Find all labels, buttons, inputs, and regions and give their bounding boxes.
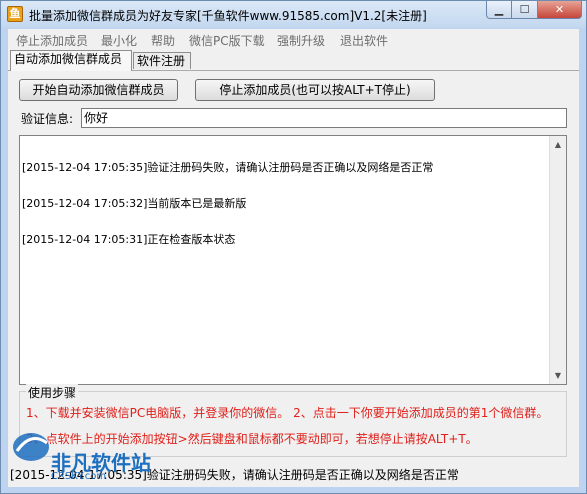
menu-download-pc[interactable]: 微信PC版下载 [189, 32, 265, 49]
title-bar[interactable]: 鱼 批量添加微信群成员为好友专家[千鱼软件www.91585.com]V1.2[… [1, 1, 586, 28]
verify-input[interactable]: 你好 [81, 108, 567, 128]
steps-legend: 使用步骤 [26, 384, 79, 401]
log-line: [2015-12-04 17:05:31]正在检查版本状态 [22, 233, 236, 246]
start-button[interactable]: 开始自动添加微信群成员 [19, 79, 178, 101]
log-textarea[interactable]: [2015-12-04 17:05:35]验证注册码失败，请确认注册码是否正确以… [19, 135, 567, 385]
menu-stop-adding[interactable]: 停止添加成员 [16, 32, 88, 49]
menu-bar: 停止添加成员 最小化 帮助 微信PC版下载 强制升级 退出软件 [8, 29, 579, 49]
log-scrollbar[interactable]: ▲ ▼ [549, 136, 566, 384]
window-controls: ▁ ☐ ✕ [486, 1, 582, 21]
close-icon: ✕ [554, 3, 565, 16]
log-lines: [2015-12-04 17:05:35]验证注册码失败，请确认注册码是否正确以… [22, 138, 433, 270]
log-line: [2015-12-04 17:05:32]当前版本已是最新版 [22, 197, 247, 210]
main-window: 鱼 批量添加微信群成员为好友专家[千鱼软件www.91585.com]V1.2[… [0, 0, 587, 494]
verify-label: 验证信息: [21, 112, 74, 126]
scroll-up-icon[interactable]: ▲ [550, 136, 566, 153]
minimize-button[interactable]: ▁ [486, 1, 512, 19]
app-icon: 鱼 [7, 6, 23, 22]
menu-force-upgrade[interactable]: 强制升级 [277, 32, 325, 49]
tab-register[interactable]: 软件注册 [133, 52, 191, 69]
watermark-subtext: CRSKY.com [51, 471, 107, 482]
menu-minimize[interactable]: 最小化 [101, 32, 137, 49]
tab-auto-add[interactable]: 自动添加微信群成员 [10, 50, 132, 71]
tab-strip: 自动添加微信群成员 软件注册 [8, 50, 579, 71]
menu-help[interactable]: 帮助 [151, 32, 175, 49]
scroll-down-icon[interactable]: ▼ [550, 367, 566, 384]
stop-button[interactable]: 停止添加成员(也可以按ALT+T停止) [195, 79, 435, 101]
menu-exit[interactable]: 退出软件 [340, 32, 388, 49]
close-button[interactable]: ✕ [538, 1, 582, 19]
log-line: [2015-12-04 17:05:35]验证注册码失败，请确认注册码是否正确以… [22, 161, 434, 174]
minimize-icon: ▁ [494, 3, 504, 16]
maximize-button[interactable]: ☐ [512, 1, 538, 19]
maximize-icon: ☐ [519, 3, 530, 16]
step-line-1: 1、下载并安装微信PC电脑版，并登录你的微信。 2、点击一下你要开始添加成员的第… [26, 406, 549, 420]
client-area: 停止添加成员 最小化 帮助 微信PC版下载 强制升级 退出软件 自动添加微信群成… [8, 29, 579, 487]
window-title: 批量添加微信群成员为好友专家[千鱼软件www.91585.com]V1.2[未注… [29, 9, 427, 23]
